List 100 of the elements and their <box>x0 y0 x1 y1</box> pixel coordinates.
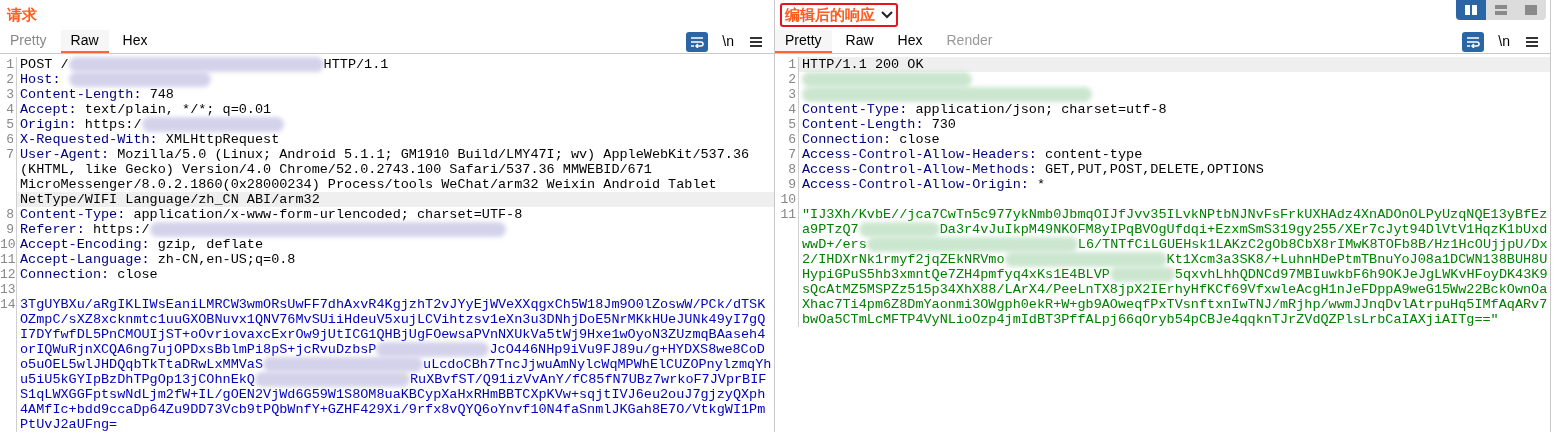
line-number: 11 <box>780 207 796 222</box>
body-text: bwOa5CTmLcMFTP4VyNLioOzp4jmIdBT3PffALpj66qOryb54pCBJe4qqknTJrZVdQZPlsLrbCaIAXjiAITg==" <box>802 312 1499 327</box>
header-value: close <box>899 132 940 147</box>
line-number: 6 <box>788 132 796 147</box>
body-text: u5iU5kGYIpBzDhTPgOp13jCOhnEkQ <box>20 372 255 387</box>
newline-toggle[interactable]: \n <box>1498 31 1510 52</box>
header-name: Content-Type: <box>802 102 909 117</box>
body-text: uLcdoCBh7TncJjwuAmNylcWqMPWhElCUZOPnylzmqYh <box>423 357 772 372</box>
header-value: POST / <box>20 57 69 72</box>
body-text: I7DYfwfDL5PnCMOUIjST+oOvriovaxcExrOw9jUtICG1QHBjUgFOewsaPVnNXUkVa5tWj9Hxe1wOyoN3ZUzmqBAaseh4 <box>20 327 766 342</box>
tab[interactable]: Raw <box>60 30 109 53</box>
header-name: User-Agent: <box>20 147 111 162</box>
header-name: Access-Control-Allow-Methods: <box>802 162 1038 177</box>
word-wrap-icon[interactable] <box>686 31 709 52</box>
tab[interactable]: Pretty <box>775 30 832 53</box>
header-value: (KHTML, like Gecko) Version/4.0 Chrome/52.0.2743.100 Safari/537.36 MMWEBID/671 <box>20 162 652 177</box>
body-text: wwD+/ers <box>802 237 867 252</box>
header-name: Accept: <box>20 102 78 117</box>
header-value: text/plain, */*; q=0.01 <box>84 102 272 117</box>
header-value: content-type <box>1045 147 1143 162</box>
header-value: HTTP/1.1 200 OK <box>802 57 924 72</box>
line-number: 10 <box>0 237 16 252</box>
line-number: 5 <box>6 117 14 132</box>
body-text: HypiGPuS5hb3xmntQe7ZH4pmfyq4xKs1E4BLVP <box>802 267 1110 282</box>
tab[interactable]: Raw <box>835 30 884 53</box>
line-number: 5 <box>788 117 796 132</box>
header-name: Access-Control-Allow-Headers: <box>802 147 1038 162</box>
tab[interactable]: Hex <box>887 30 933 53</box>
line-number: 7 <box>6 147 14 162</box>
header-name: Origin: <box>20 117 78 132</box>
header-value: HTTP/1.1 <box>323 57 389 72</box>
header-name: Connection: <box>802 132 893 147</box>
header-value: zh-CN,en-US;q=0.8 <box>157 252 296 267</box>
header-value: NetType/WIFI Language/zh_CN ABI/arm32 <box>20 192 320 207</box>
header-name: Content-Length: <box>802 117 925 132</box>
header-value: https:/ <box>84 117 142 132</box>
line-number: 2 <box>6 72 14 87</box>
tab[interactable]: Hex <box>112 30 158 53</box>
body-text: Da3r4vJuIkpM49NKOFM8yIPqBVOgUfdqi+EzxmSmS319gy255/XEr7cJyt94DlVtV1HqzK1bUxd <box>939 222 1548 237</box>
line-number: 3 <box>6 87 14 102</box>
line-number: 9 <box>6 222 14 237</box>
header-value: application/x-www-form-urlencoded; charset=UTF-8 <box>133 207 523 222</box>
header-name: Content-Type: <box>20 207 127 222</box>
body-text: Xhac7Ti4pm6Z8DmYaonmi3OWgph0ekR+W+gb9AOweqfPxTVsnftxnIwTNJ/mRjhp/wwmJJnqDvlAtrpuHq5IMfAqARv7 <box>802 297 1548 312</box>
body-text: JcO446NHp9iVu9FJ89u/g+HYDXS8we8CoD <box>489 342 765 357</box>
header-name: X-Requested-With: <box>20 132 159 147</box>
newline-toggle[interactable]: \n <box>722 31 734 52</box>
header-name: Host: <box>20 72 62 87</box>
tab[interactable]: Pretty <box>0 30 57 53</box>
body-text: 5qxvhLhhQDNCd97MBIuwkbF6h9OKJeJgLWKvHFoyDK43K9 <box>1174 267 1548 282</box>
pane-title: 请求 <box>5 5 38 25</box>
columns-layout-icon[interactable] <box>1456 0 1486 20</box>
body-text: "IJ3Xh/KvbE//jca7CwTn5c977ykNmb0JbmqOIJfJvv35ILvkNPtbNJNvFsFrkUXHAdz4XnADOnOLPyUzqNQE13yBfEz <box>802 207 1548 222</box>
line-number: 11 <box>0 252 16 267</box>
body-text: RuXBvfST/Q91izVvAnY/fC85fN7UBz7wrkoF7JVprBIF <box>409 372 767 387</box>
body-text: 2/IHDXrNk1rmyf2jqZEkNRVmo <box>802 252 1005 267</box>
line-number: 8 <box>6 207 14 222</box>
line-number: 2 <box>788 72 796 87</box>
word-wrap-icon[interactable] <box>1462 31 1485 52</box>
rows-layout-icon[interactable] <box>1486 0 1516 20</box>
line-number: 13 <box>0 282 16 297</box>
menu-icon[interactable] <box>750 35 762 48</box>
header-value: Mozilla/5.0 (Linux; Android 5.1.1; GM1910 Build/LMY47I; wv) AppleWebKit/537.36 <box>117 147 750 162</box>
body-text: 3TgUYBXu/aRgIKLIWsEaniLMRCW3wmORsUwFF7dhAxvR4KgjzhT2vJYyEjWVeXXqgxCh5W18Jm9O0lZoswW/PCk/dTSK <box>20 297 766 312</box>
body-text: OZmpC/sXZ8xcknmtc1uuGXOBNuvx1QNV76MvSUiiHdeuV5xujLCVihtzsv1eXn3u3DNhjDoE5NrMKkHUeJUNk49yI7gQ <box>20 312 766 327</box>
body-text: S1qLWXGGFptswNdLjm2fW+IL/gOEN2VjWd6G59W1S8OM8uaKBCypXaHxRHmBBTCXpKVw+sqjtIVJ6eu2ouJ7gjzyQXph <box>20 387 766 402</box>
header-name: Accept-Encoding: <box>20 237 151 252</box>
body-text: 4AMfIc+bdd9ccaDp64Zu9DD73Vcb9tPQbWnfY+GZHF429Xi/9rfx8vQYQ6oYnvf10N4faSnmlJKGah8E7O/VtkgWI1Pm <box>20 402 766 417</box>
header-value: MicroMessenger/8.0.2.1860(0x28000234) Process/tools WeChat/arm32 Weixin Android Tablet <box>20 177 717 192</box>
single-layout-icon[interactable] <box>1516 0 1546 20</box>
line-number: 7 <box>788 147 796 162</box>
body-text: orIQWuRjnXCQA6ng7ujOPDxsBblmPi8pS+jcRvuDzbsP <box>20 342 377 357</box>
header-name: Access-Control-Allow-Origin: <box>802 177 1030 192</box>
body-text: Kt1Xcm3a3SK8/+LuhnHDePtmTBnuYoJ08a1DCWN138BUH8U <box>1166 252 1548 267</box>
header-value: * <box>1036 177 1046 192</box>
line-number: 8 <box>788 162 796 177</box>
line-number: 4 <box>6 102 14 117</box>
header-name: Connection: <box>20 267 111 282</box>
line-number: 4 <box>788 102 796 117</box>
body-text: PtUvJ2aUFng= <box>20 417 118 432</box>
body-text: sQcAtMZ5MSPZz515p34XhX88/LArX4/PeeLnTX8jpX2IErhyHfKCf69VfxwleAcgH1nJeFDppA9weG15Ww22BckOwnOa <box>802 282 1548 297</box>
line-number: 12 <box>0 267 16 282</box>
line-number: 9 <box>788 177 796 192</box>
header-value: XMLHttpRequest <box>165 132 280 147</box>
chevron-down-icon <box>881 11 893 19</box>
header-value: close <box>117 267 158 282</box>
line-number: 1 <box>788 57 796 72</box>
body-text: o5uOEL5wlJHDQqbTkTtaDRwLxMMVaS <box>20 357 264 372</box>
header-value: gzip, deflate <box>157 237 264 252</box>
header-name: Referer: <box>20 222 86 237</box>
line-number: 1 <box>6 57 14 72</box>
header-value: 730 <box>931 117 956 132</box>
menu-icon[interactable] <box>1526 35 1538 48</box>
header-value: https:/ <box>92 222 150 237</box>
header-value: 748 <box>149 87 174 102</box>
header-name: Accept-Language: <box>20 252 151 267</box>
line-number: 14 <box>0 297 16 312</box>
line-number: 3 <box>788 87 796 102</box>
line-number: 10 <box>780 192 796 207</box>
body-text: L6/TNTfCiLGUEHsk1LAKzC2gOb8CbX8rIMwK8TOFb8B/Hz1HcOUjjpU/Dx <box>1077 237 1548 252</box>
